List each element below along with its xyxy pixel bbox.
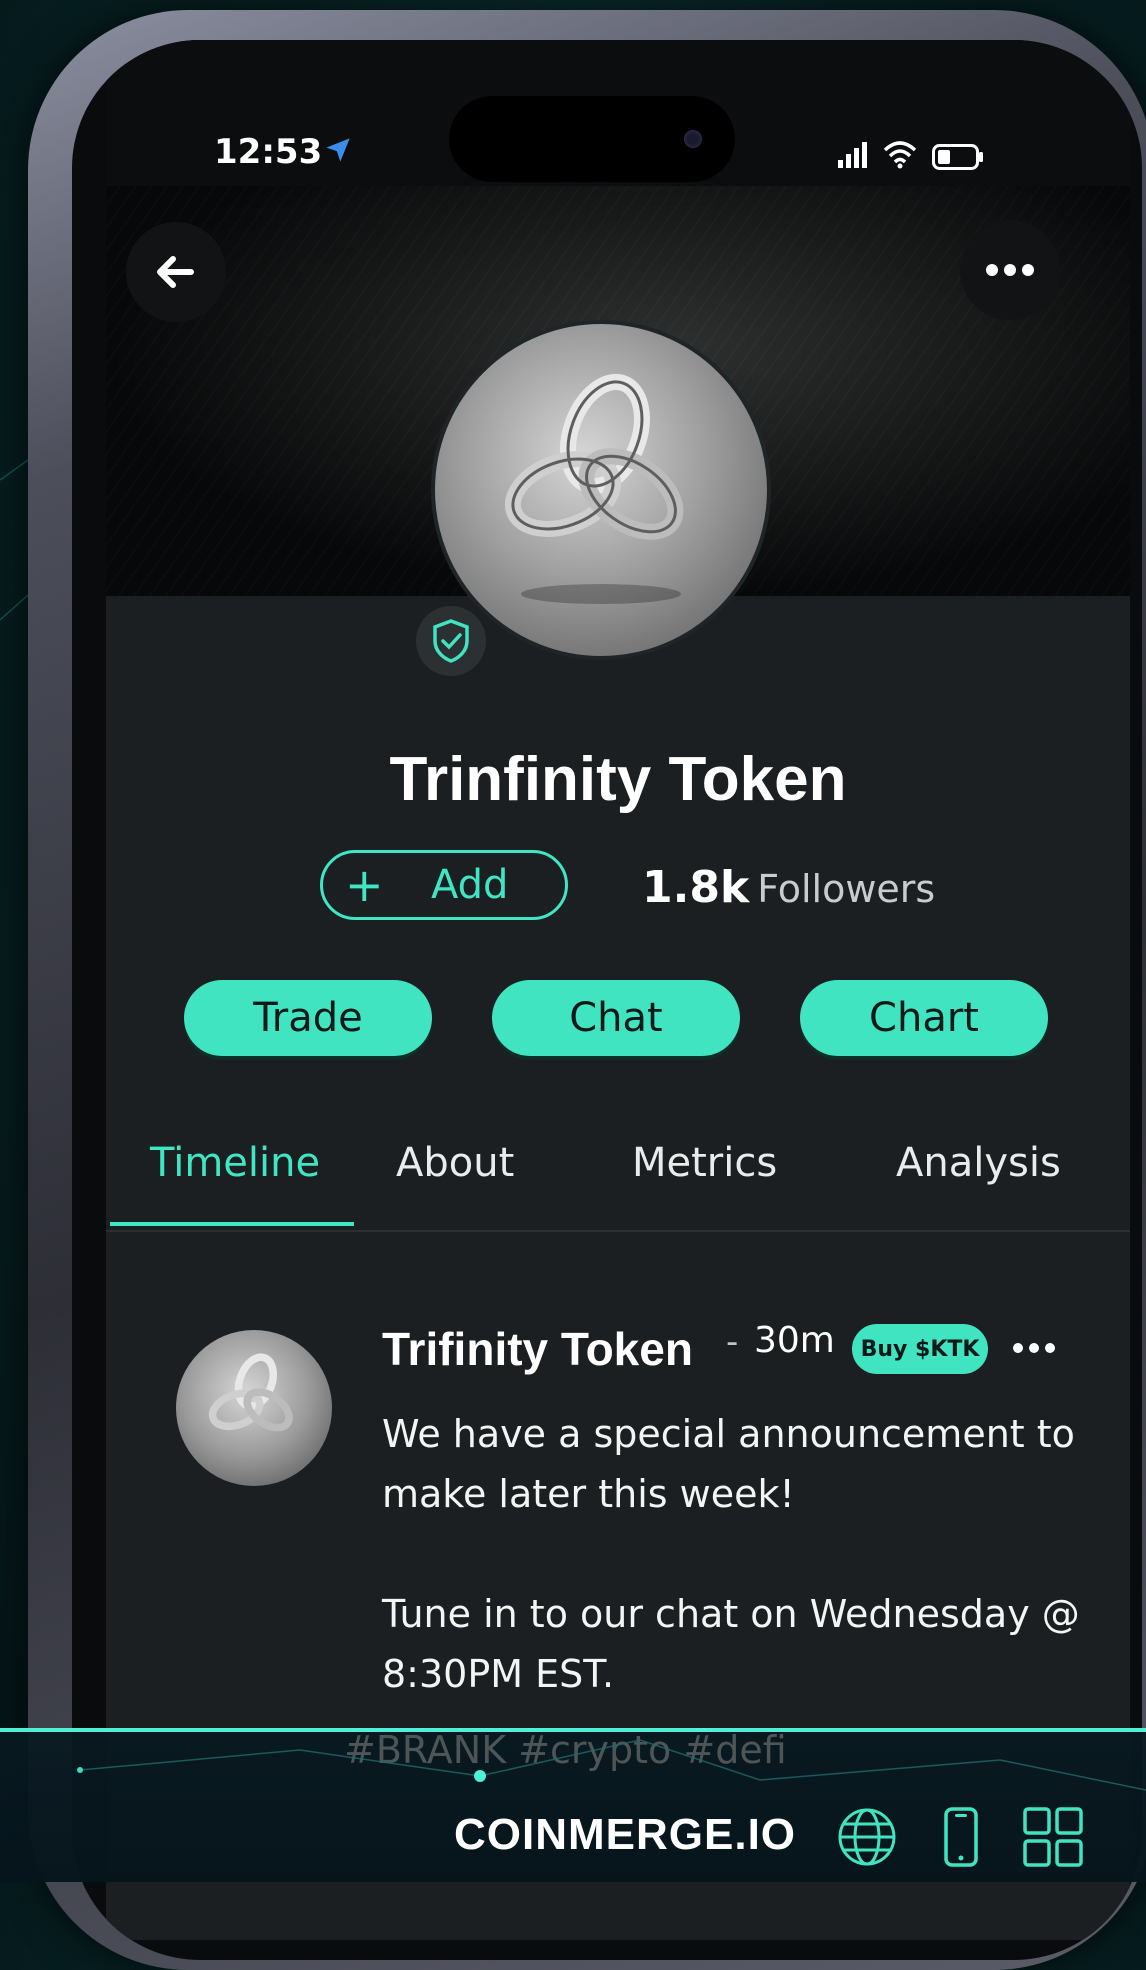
globe-icon[interactable] — [836, 1806, 898, 1868]
chart-button[interactable]: Chart — [800, 980, 1048, 1056]
trade-button[interactable]: Trade — [184, 980, 432, 1056]
add-button[interactable]: + Add — [320, 850, 568, 920]
chat-button[interactable]: Chat — [492, 980, 740, 1056]
post-text-line: Tune in to our chat on Wednesday @ — [382, 1592, 1080, 1636]
token-avatar — [431, 320, 771, 660]
cellular-signal-icon — [838, 142, 867, 168]
status-bar: 12:53 — [106, 40, 1130, 190]
dynamic-island — [449, 96, 735, 182]
battery-icon — [932, 144, 983, 170]
arrow-left-icon — [157, 256, 194, 288]
post-text-line: 8:30PM EST. — [382, 1652, 615, 1696]
post-text-line: make later this week! — [382, 1472, 795, 1516]
phone-bezel: 12:53 Trinfinity Token + Add 1.8k Follow… — [72, 40, 1142, 1960]
post-author-name[interactable]: Trifinity Token — [382, 1322, 693, 1376]
buy-token-badge[interactable]: Buy $KTK — [852, 1324, 988, 1374]
brand-logo-text: COINMERGE.IO — [454, 1810, 797, 1859]
followers-number: 1.8k — [642, 862, 750, 913]
grid-apps-icon[interactable] — [1022, 1806, 1084, 1868]
phone-frame: 12:53 Trinfinity Token + Add 1.8k Follow… — [28, 10, 1146, 1970]
camera-lens — [684, 130, 702, 148]
followers-count: 1.8k Followers — [642, 862, 935, 913]
post-timestamp: 30m — [754, 1320, 835, 1361]
ellipsis-icon — [986, 264, 1034, 276]
followers-label: Followers — [757, 867, 936, 911]
post-separator: - — [726, 1322, 739, 1362]
trinity-knot-logo — [504, 373, 684, 604]
tab-analysis[interactable]: Analysis — [896, 1140, 1061, 1186]
post-text-line: We have a special announcement to — [382, 1412, 1075, 1456]
shield-check-icon — [433, 619, 469, 663]
status-time: 12:53 — [214, 132, 323, 172]
app-screen: 12:53 Trinfinity Token + Add 1.8k Follow… — [106, 40, 1130, 1940]
add-label: Add — [431, 862, 509, 908]
plus-icon: + — [345, 858, 384, 912]
trinity-knot-logo — [208, 1353, 293, 1432]
post-author-avatar[interactable] — [176, 1330, 332, 1486]
token-title: Trinfinity Token — [389, 745, 847, 814]
verified-badge — [416, 606, 486, 676]
more-options-button[interactable] — [960, 220, 1060, 320]
tab-metrics[interactable]: Metrics — [632, 1140, 777, 1186]
profile-tabs: Timeline About Metrics Analysis — [106, 1120, 1130, 1232]
back-button[interactable] — [126, 222, 226, 322]
tab-about[interactable]: About — [396, 1140, 514, 1186]
location-arrow-icon — [326, 138, 350, 162]
mobile-phone-icon[interactable] — [930, 1806, 992, 1868]
active-tab-indicator — [110, 1222, 354, 1226]
post-more-icon[interactable] — [1006, 1328, 1066, 1368]
wifi-icon — [883, 141, 917, 169]
tab-timeline[interactable]: Timeline — [150, 1140, 320, 1186]
